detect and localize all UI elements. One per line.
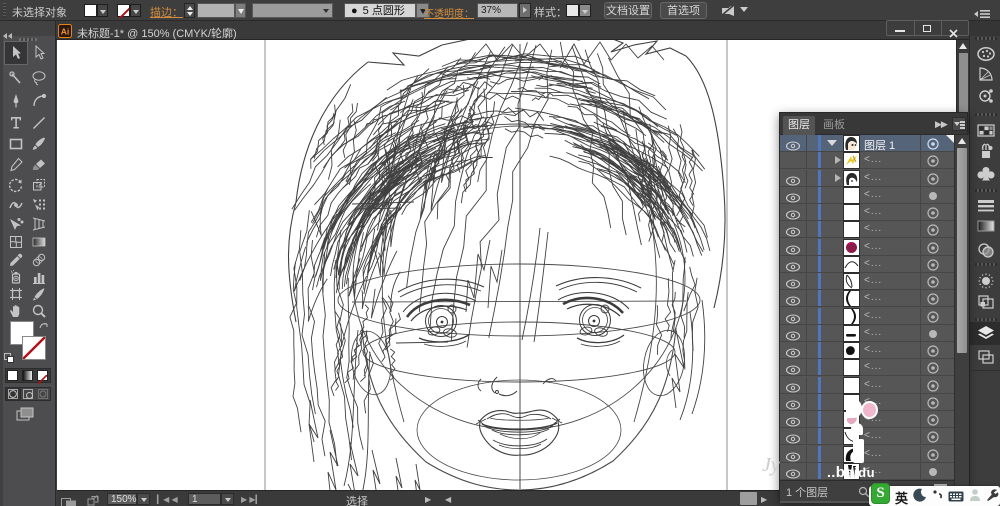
svg-text:Ai: Ai (61, 27, 70, 37)
